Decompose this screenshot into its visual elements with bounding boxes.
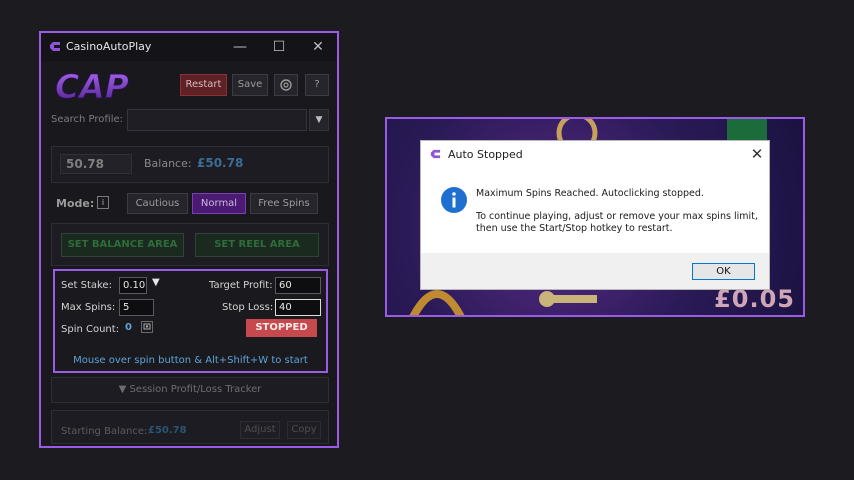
- app-logo-icon: [50, 42, 60, 51]
- dialog-title: Auto Stopped: [448, 148, 523, 161]
- dialog-title-bar[interactable]: Auto Stopped ✕: [421, 141, 769, 167]
- camera-icon: [143, 323, 151, 330]
- close-button[interactable]: ✕: [307, 36, 329, 58]
- mode-cautious-button[interactable]: Cautious: [127, 193, 188, 214]
- app-logo-icon: [430, 149, 441, 159]
- save-button[interactable]: Save: [232, 74, 268, 96]
- profile-dropdown-button[interactable]: ▼: [309, 109, 329, 131]
- max-spins-input[interactable]: 5: [119, 299, 154, 316]
- cap-logo: CAP: [55, 69, 130, 103]
- dialog-close-button[interactable]: ✕: [747, 144, 767, 164]
- dialog-message-primary: Maximum Spins Reached. Autoclicking stop…: [476, 188, 704, 199]
- auto-stopped-dialog: Auto Stopped ✕ Maximum Spins Reached. Au…: [420, 140, 770, 290]
- target-profit-label: Target Profit:: [209, 280, 273, 291]
- adjust-button[interactable]: Adjust: [240, 421, 280, 439]
- app-window: CasinoAutoPlay — ☐ ✕ CAP Restart Save ? …: [39, 31, 339, 448]
- title-bar[interactable]: CasinoAutoPlay — ☐ ✕: [41, 33, 337, 61]
- stake-dropdown-icon[interactable]: ▼: [152, 277, 160, 288]
- mode-label: Mode:: [56, 197, 95, 210]
- starting-balance-label: Starting Balance:: [61, 426, 148, 437]
- starting-balance-value: £50.78: [148, 425, 187, 436]
- max-spins-label: Max Spins:: [61, 302, 116, 313]
- stake-label: Set Stake:: [61, 280, 112, 291]
- ok-button[interactable]: OK: [692, 263, 755, 280]
- balance-panel: 50.78 Balance: £50.78: [51, 146, 329, 183]
- game-key-symbol: [539, 291, 597, 307]
- settings-button[interactable]: [274, 74, 298, 96]
- cap-logo-text: CAP: [55, 69, 129, 103]
- mode-info-icon[interactable]: i: [97, 196, 109, 209]
- mode-normal-button[interactable]: Normal: [192, 193, 246, 214]
- start-stop-status-button[interactable]: STOPPED: [246, 319, 317, 337]
- balance-readout: 50.78: [60, 154, 132, 174]
- search-profile-input[interactable]: [127, 109, 307, 131]
- minimize-button[interactable]: —: [229, 36, 251, 58]
- set-balance-area-button[interactable]: SET BALANCE AREA: [61, 233, 184, 257]
- balance-label: Balance:: [144, 157, 192, 170]
- search-profile-label: Search Profile:: [51, 114, 123, 125]
- reset-count-button[interactable]: [141, 321, 153, 333]
- dialog-message-secondary: To continue playing, adjust or remove yo…: [476, 211, 758, 234]
- area-panel: SET BALANCE AREA SET REEL AREA: [51, 223, 329, 266]
- spin-count-label: Spin Count:: [61, 324, 120, 335]
- starting-balance-panel: Starting Balance: £50.78 Adjust Copy: [51, 410, 329, 444]
- dialog-body: Maximum Spins Reached. Autoclicking stop…: [421, 167, 769, 253]
- mode-free-spins-button[interactable]: Free Spins: [250, 193, 318, 214]
- spin-count-value: 0: [125, 322, 132, 333]
- copy-button[interactable]: Copy: [287, 421, 321, 439]
- stop-loss-input[interactable]: 40: [275, 299, 321, 316]
- target-profit-input[interactable]: 60: [275, 277, 321, 294]
- balance-value: £50.78: [197, 156, 244, 170]
- start-hint-text: Mouse over spin button & Alt+Shift+W to …: [73, 355, 308, 366]
- info-icon: [441, 187, 467, 213]
- help-button[interactable]: ?: [305, 74, 329, 96]
- set-reel-area-button[interactable]: SET REEL AREA: [195, 233, 319, 257]
- session-tracker-toggle[interactable]: ▼ Session Profit/Loss Tracker: [51, 377, 329, 403]
- window-title: CasinoAutoPlay: [66, 40, 152, 53]
- stake-input[interactable]: 0.10: [119, 277, 147, 294]
- maximize-button[interactable]: ☐: [268, 36, 290, 58]
- gear-icon: [280, 79, 292, 91]
- spin-settings-panel: Set Stake: 0.10 ▼ Target Profit: 60 Max …: [53, 269, 328, 373]
- restart-button[interactable]: Restart: [180, 74, 227, 96]
- stop-loss-label: Stop Loss:: [222, 302, 274, 313]
